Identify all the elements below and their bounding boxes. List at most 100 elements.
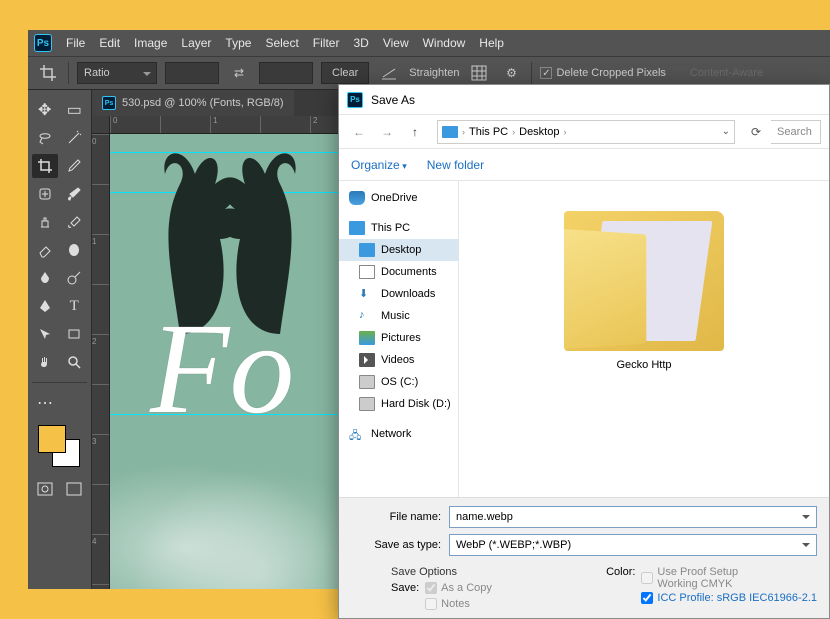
ruler-tick: 1 [210, 116, 260, 133]
ratio-height-input[interactable] [259, 62, 313, 84]
brush-tool-icon[interactable] [62, 182, 88, 206]
menu-image[interactable]: Image [134, 36, 167, 50]
magic-wand-tool-icon[interactable] [62, 126, 88, 150]
marquee-tool-icon[interactable]: ▭ [62, 98, 88, 122]
up-button[interactable]: ↑ [403, 120, 427, 144]
folder-icon [564, 229, 646, 349]
tree-label: Network [371, 428, 411, 440]
ratio-width-input[interactable] [165, 62, 219, 84]
ratio-dropdown[interactable]: Ratio [77, 62, 157, 84]
menu-3d[interactable]: 3D [353, 36, 368, 50]
tree-os-c[interactable]: OS (C:) [339, 371, 458, 393]
menu-select[interactable]: Select [265, 36, 298, 50]
tree-label: OS (C:) [381, 376, 418, 388]
filename-label: File name: [351, 511, 441, 523]
videos-icon [359, 353, 375, 367]
savetype-dropdown[interactable]: WebP (*.WEBP;*.WBP) [449, 534, 817, 556]
history-brush-tool-icon[interactable] [62, 210, 88, 234]
new-folder-button[interactable]: New folder [427, 158, 484, 172]
crop-tool-icon[interactable] [36, 61, 60, 85]
menu-help[interactable]: Help [479, 36, 504, 50]
color-sub-label: Color: [606, 566, 635, 578]
ruler-tick: 2 [92, 334, 109, 384]
tree-desktop[interactable]: Desktop [339, 239, 458, 261]
tree-label: Downloads [381, 288, 435, 300]
tree-downloads[interactable]: ⬇ Downloads [339, 283, 458, 305]
rectangle-tool-icon[interactable] [62, 322, 88, 346]
savetype-value: WebP (*.WEBP;*.WBP) [456, 539, 571, 551]
search-input[interactable]: Search [771, 120, 821, 144]
dialog-titlebar: Ps Save As [339, 85, 829, 115]
hand-tool-icon[interactable] [32, 350, 58, 374]
breadcrumb-desktop[interactable]: Desktop [519, 126, 559, 138]
tree-pictures[interactable]: Pictures [339, 327, 458, 349]
blur-tool-icon[interactable] [32, 266, 58, 290]
tree-documents[interactable]: Documents [339, 261, 458, 283]
eyedropper-tool-icon[interactable] [62, 154, 88, 178]
tree-onedrive[interactable]: OneDrive [339, 187, 458, 209]
clear-button[interactable]: Clear [321, 62, 369, 84]
menu-file[interactable]: File [66, 36, 85, 50]
tree-hard-disk-d[interactable]: Hard Disk (D:) [339, 393, 458, 415]
icc-profile-label: ICC Profile: sRGB IEC61966-2.1 [657, 592, 817, 604]
clone-stamp-tool-icon[interactable] [32, 210, 58, 234]
menu-layer[interactable]: Layer [181, 36, 211, 50]
straighten-icon[interactable] [377, 61, 401, 85]
tree-network[interactable]: 🖧Network [339, 423, 458, 445]
zoom-tool-icon[interactable] [62, 350, 88, 374]
chevron-down-icon[interactable]: ⌄ [722, 126, 730, 137]
downloads-icon: ⬇ [359, 287, 375, 301]
tree-music[interactable]: ♪Music [339, 305, 458, 327]
foreground-color-swatch[interactable] [38, 425, 66, 453]
settings-gear-icon[interactable]: ⚙ [499, 61, 523, 85]
lasso-tool-icon[interactable] [32, 126, 58, 150]
tree-this-pc[interactable]: This PC [339, 217, 458, 239]
vertical-ruler[interactable]: 0 1 2 3 4 5 6 [92, 134, 110, 589]
screen-mode-icon[interactable] [62, 477, 88, 501]
menu-view[interactable]: View [383, 36, 409, 50]
breadcrumb-this-pc[interactable]: This PC [469, 126, 508, 138]
disk-icon [359, 375, 375, 389]
healing-brush-tool-icon[interactable] [32, 182, 58, 206]
gradient-tool-icon[interactable] [62, 238, 88, 262]
folder-item[interactable] [564, 211, 724, 351]
tree-label: OneDrive [371, 192, 417, 204]
type-tool-icon[interactable]: T [62, 294, 88, 318]
color-swatches[interactable] [32, 425, 87, 465]
path-selection-tool-icon[interactable] [32, 322, 58, 346]
breadcrumb[interactable]: › This PC › Desktop › ⌄ [437, 120, 735, 144]
tree-videos[interactable]: Videos [339, 349, 458, 371]
menu-edit[interactable]: Edit [99, 36, 120, 50]
folder-content-area[interactable]: Gecko Http [459, 181, 829, 497]
dialog-nav-bar: ← → ↑ › This PC › Desktop › ⌄ ⟳ Search [339, 115, 829, 149]
dialog-title: Save As [371, 93, 415, 107]
menu-filter[interactable]: Filter [313, 36, 340, 50]
delete-cropped-checkbox[interactable]: ✓Delete Cropped Pixels [540, 67, 665, 79]
chevron-right-icon: › [512, 127, 515, 137]
refresh-button[interactable]: ⟳ [745, 121, 767, 143]
menu-window[interactable]: Window [423, 36, 466, 50]
chevron-right-icon: › [462, 127, 465, 137]
crop-tool-icon[interactable] [32, 154, 58, 178]
organize-menu[interactable]: Organize [351, 158, 407, 172]
icc-profile-checkbox[interactable]: ICC Profile: sRGB IEC61966-2.1 [641, 592, 817, 604]
document-tab[interactable]: Ps 530.psd @ 100% (Fonts, RGB/8) [92, 90, 294, 116]
edit-toolbar-icon[interactable]: ⋯ [32, 391, 58, 415]
dialog-toolbar: Organize New folder [339, 149, 829, 181]
tree-label: Videos [381, 354, 414, 366]
main-menu: File Edit Image Layer Type Select Filter… [66, 36, 504, 50]
filename-input[interactable]: name.webp [449, 506, 817, 528]
tree-label: Music [381, 310, 410, 322]
swap-icon[interactable]: ⇄ [227, 61, 251, 85]
separator [68, 62, 69, 84]
pen-tool-icon[interactable] [32, 294, 58, 318]
move-tool-icon[interactable]: ✥ [32, 98, 58, 122]
eraser-tool-icon[interactable] [32, 238, 58, 262]
back-button[interactable]: ← [347, 120, 371, 144]
dodge-tool-icon[interactable] [62, 266, 88, 290]
quick-mask-icon[interactable] [32, 477, 58, 501]
savetype-label: Save as type: [351, 539, 441, 551]
menu-type[interactable]: Type [225, 36, 251, 50]
navigation-tree[interactable]: OneDrive This PC Desktop Documents ⬇ Down… [339, 181, 459, 497]
grid-overlay-icon[interactable] [467, 61, 491, 85]
